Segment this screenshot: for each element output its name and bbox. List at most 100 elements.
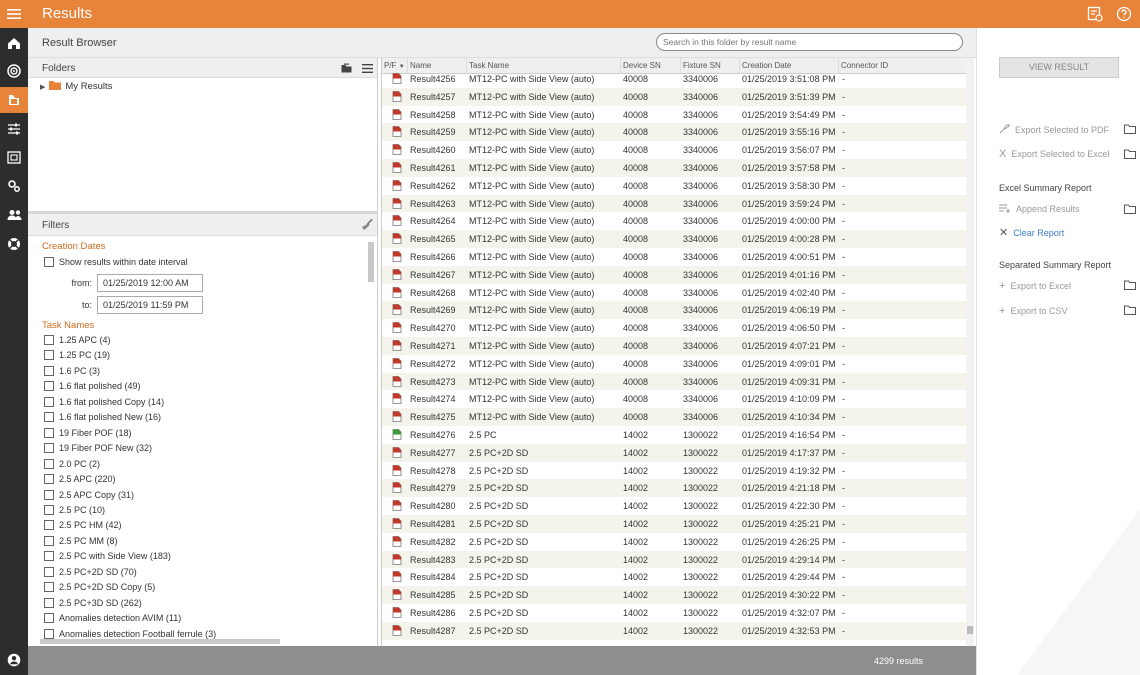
to-date-field[interactable]	[97, 296, 203, 314]
table-row[interactable]: Result4272 MT12-PC with Side View (auto) 4…	[382, 355, 966, 373]
task-name-checkbox[interactable]	[44, 489, 54, 500]
table-row[interactable]: Result4283 2.5 PC+2D SD 14002 1300022 01/25/…	[382, 550, 966, 569]
excel-folder-icon[interactable]	[1124, 149, 1136, 159]
table-row[interactable]: Result4286 2.5 PC+2D SD 14002 1300022 01/25/…	[382, 604, 966, 622]
table-row[interactable]: Result4287 2.5 PC+2D SD 14002 1300022 01/25/…	[382, 621, 966, 640]
task-name-checkbox[interactable]	[44, 597, 54, 608]
clear-filters-broom-icon[interactable]	[361, 218, 373, 230]
table-row[interactable]: Result4257 MT12-PC with Side View (auto) 4…	[382, 87, 966, 106]
task-name-checkbox[interactable]	[44, 566, 54, 577]
folder-menu-icon[interactable]	[361, 62, 373, 74]
task-name-checkbox-row[interactable]: 2.5 PC HM (42)	[44, 520, 122, 531]
new-folder-icon[interactable]	[340, 62, 352, 74]
table-row[interactable]: Result4261 MT12-PC with Side View (auto) 4…	[382, 159, 966, 177]
table-row[interactable]: Result4258 MT12-PC with Side View (auto) 4…	[382, 106, 966, 124]
from-date-field[interactable]	[97, 274, 203, 292]
task-name-checkbox-row[interactable]: 1.6 PC (3)	[44, 365, 100, 376]
task-name-checkbox-row[interactable]: 2.5 PC+2D SD Copy (5)	[44, 582, 155, 593]
append-folder-icon[interactable]	[1124, 204, 1136, 214]
table-row[interactable]: Result4269 MT12-PC with Side View (auto) 4…	[382, 301, 966, 320]
task-name-checkbox-row[interactable]: 1.6 flat polished Copy (14)	[44, 396, 164, 407]
task-name-checkbox[interactable]	[44, 535, 54, 546]
task-name-checkbox-row[interactable]: 1.25 PC (19)	[44, 350, 110, 361]
task-name-checkbox[interactable]	[44, 582, 54, 593]
table-row[interactable]: Result4278 2.5 PC+2D SD 14002 1300022 01/25/…	[382, 462, 966, 480]
table-row[interactable]: Result4270 MT12-PC with Side View (auto) 4…	[382, 319, 966, 337]
table-scroll-thumb[interactable]	[967, 626, 973, 634]
target-icon[interactable]	[0, 58, 28, 84]
task-name-checkbox[interactable]	[44, 427, 54, 438]
export-to-csv-action[interactable]: + Export to CSV	[999, 305, 1067, 317]
task-name-checkbox-row[interactable]: 2.5 APC Copy (31)	[44, 489, 134, 500]
table-row[interactable]: Result4284 2.5 PC+2D SD 14002 1300022 01/25/…	[382, 568, 966, 586]
table-row[interactable]: Result4264 MT12-PC with Side View (auto) 4…	[382, 212, 966, 230]
hamburger-menu-icon[interactable]	[0, 0, 28, 28]
task-name-checkbox[interactable]	[44, 412, 54, 423]
task-name-checkbox[interactable]	[44, 335, 54, 345]
table-row[interactable]: Result4285 2.5 PC+2D SD 14002 1300022 01/25/…	[382, 586, 966, 604]
date-interval-checkbox-row[interactable]: Show results within date interval	[44, 257, 188, 267]
task-name-checkbox-row[interactable]: Anomalies detection Football ferrule (3)	[44, 628, 216, 639]
table-row[interactable]: Result4259 MT12-PC with Side View (auto) 4…	[382, 123, 966, 142]
task-name-checkbox-row[interactable]: 2.5 PC+3D SD (262)	[44, 597, 142, 608]
results-icon[interactable]	[0, 87, 28, 113]
pdf-folder-icon[interactable]	[1124, 124, 1136, 134]
task-name-checkbox-row[interactable]: 19 Fiber POF New (32)	[44, 443, 152, 454]
task-name-checkbox-row[interactable]: 2.5 PC with Side View (183)	[44, 551, 171, 562]
users-icon[interactable]	[0, 202, 28, 228]
search-input[interactable]	[656, 33, 963, 51]
task-name-checkbox[interactable]	[44, 628, 54, 639]
settings-icon[interactable]	[0, 173, 28, 199]
table-row[interactable]: Result4271 MT12-PC with Side View (auto) 4…	[382, 337, 966, 355]
append-results-action[interactable]: Append Results	[999, 203, 1080, 215]
task-name-checkbox[interactable]	[44, 474, 54, 485]
filters-hscrollbar[interactable]	[40, 639, 280, 644]
export-excel-action[interactable]: X Export Selected to Excel	[999, 148, 1109, 160]
excel-export-folder-icon[interactable]	[1124, 280, 1136, 290]
task-name-checkbox-row[interactable]: 19 Fiber POF (18)	[44, 427, 132, 438]
expand-arrow-icon[interactable]: ▶	[40, 83, 45, 91]
clear-report-action[interactable]: ✕ Clear Report	[999, 226, 1064, 239]
task-name-checkbox[interactable]	[44, 381, 54, 392]
table-row[interactable]: Result4277 2.5 PC+2D SD 14002 1300022 01/25/…	[382, 443, 966, 462]
task-name-checkbox[interactable]	[44, 365, 54, 376]
table-row[interactable]: Result4256 MT12-PC with Side View (auto) 4…	[382, 70, 966, 88]
table-row[interactable]: Result4263 MT12-PC with Side View (auto) 4…	[382, 194, 966, 213]
table-row[interactable]: Result4262 MT12-PC with Side View (auto) 4…	[382, 177, 966, 195]
tree-item-my-results[interactable]: ▶ My Results	[40, 80, 112, 93]
task-name-checkbox-row[interactable]: 2.5 PC (10)	[44, 504, 105, 515]
table-row[interactable]: Result4279 2.5 PC+2D SD 14002 1300022 01/25/…	[382, 479, 966, 498]
task-name-checkbox-row[interactable]: 1.6 flat polished New (16)	[44, 412, 161, 423]
task-name-checkbox[interactable]	[44, 443, 54, 454]
task-name-checkbox[interactable]	[44, 458, 54, 469]
task-name-checkbox[interactable]	[44, 551, 54, 562]
filters-scroll-thumb[interactable]	[368, 242, 374, 282]
task-name-checkbox[interactable]	[44, 504, 54, 515]
date-interval-checkbox[interactable]	[44, 257, 54, 267]
table-row[interactable]: Result4280 2.5 PC+2D SD 14002 1300022 01/25/…	[382, 497, 966, 515]
gallery-icon[interactable]	[0, 144, 28, 170]
table-row[interactable]: Result4274 MT12-PC with Side View (auto) 4…	[382, 390, 966, 408]
task-name-checkbox-row[interactable]: 2.0 PC (2)	[44, 458, 100, 469]
table-row[interactable]: Result4273 MT12-PC with Side View (auto) 4…	[382, 372, 966, 391]
task-name-checkbox-row[interactable]: 1.25 APC (4)	[44, 335, 111, 345]
task-name-checkbox-row[interactable]: 2.5 PC+2D SD (70)	[44, 566, 137, 577]
table-row[interactable]: Result4265 MT12-PC with Side View (auto) 4…	[382, 230, 966, 248]
filters-scrollbar[interactable]	[367, 239, 375, 634]
sliders-icon[interactable]	[0, 116, 28, 142]
report-feedback-icon[interactable]	[1086, 5, 1104, 23]
view-result-button[interactable]: VIEW RESULT	[999, 57, 1119, 78]
table-row[interactable]: Result4267 MT12-PC with Side View (auto) 4…	[382, 265, 966, 284]
export-pdf-action[interactable]: Export Selected to PDF	[999, 123, 1109, 136]
task-name-checkbox[interactable]	[44, 613, 54, 624]
table-scrollbar[interactable]	[966, 58, 974, 646]
export-to-excel-action[interactable]: + Export to Excel	[999, 280, 1071, 292]
task-name-checkbox[interactable]	[44, 520, 54, 531]
table-row[interactable]: Result4275 MT12-PC with Side View (auto) 4…	[382, 408, 966, 426]
task-name-checkbox[interactable]	[44, 396, 54, 407]
task-name-checkbox-row[interactable]: 2.5 PC MM (8)	[44, 535, 118, 546]
table-row[interactable]: Result4276 2.5 PC 14002 1300022 01/25/2019 4…	[382, 426, 966, 444]
csv-folder-icon[interactable]	[1124, 305, 1136, 315]
task-name-checkbox-row[interactable]: Anomalies detection AVIM (11)	[44, 613, 181, 624]
table-row[interactable]: Result4281 2.5 PC+2D SD 14002 1300022 01/25/…	[382, 515, 966, 533]
